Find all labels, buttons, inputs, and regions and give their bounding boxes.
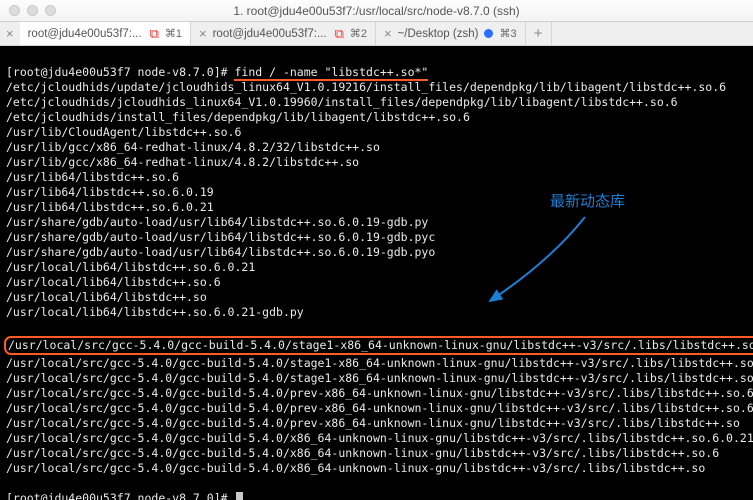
- tab-shortcut-badge: ⌘2: [350, 27, 367, 40]
- highlighted-output-line: /usr/local/src/gcc-5.4.0/gcc-build-5.4.0…: [4, 336, 753, 355]
- terminal-viewport[interactable]: [root@jdu4e00u53f7 node-v8.7.0]# find / …: [0, 46, 753, 500]
- close-tab-icon[interactable]: ×: [0, 22, 20, 45]
- zoom-window-button[interactable]: [45, 5, 56, 16]
- tab-shortcut-badge: ⌘3: [499, 27, 516, 40]
- output-lines: /etc/jcloudhids/update/jcloudhids_linux6…: [6, 80, 747, 320]
- close-tab-icon[interactable]: ×: [384, 27, 392, 40]
- close-tab-icon[interactable]: ×: [199, 27, 207, 40]
- window-titlebar: 1. root@jdu4e00u53f7:/usr/local/src/node…: [0, 0, 753, 22]
- output-lines: /usr/local/src/gcc-5.4.0/gcc-build-5.4.0…: [6, 356, 747, 476]
- tab-bar: × root@jdu4e00u53f7:... ⧉ ⌘1 × root@jdu4…: [0, 22, 753, 46]
- new-window-icon: ⧉: [335, 26, 344, 42]
- tab-ssh-2[interactable]: × root@jdu4e00u53f7:... ⧉ ⌘2: [191, 22, 376, 45]
- shell-prompt: [root@jdu4e00u53f7 node-v8.7.0]#: [6, 65, 234, 79]
- tab-label: root@jdu4e00u53f7:...: [213, 28, 327, 40]
- terminal-cursor: [236, 492, 243, 500]
- tab-desktop-zsh[interactable]: × ~/Desktop (zsh) ⌘3: [376, 22, 526, 45]
- window-title: 1. root@jdu4e00u53f7:/usr/local/src/node…: [0, 4, 753, 18]
- close-window-button[interactable]: [9, 5, 20, 16]
- add-tab-button[interactable]: +: [526, 22, 552, 45]
- activity-dot-icon: [484, 29, 493, 38]
- tab-label: root@jdu4e00u53f7:...: [28, 28, 142, 40]
- tab-shortcut-badge: ⌘1: [165, 27, 182, 40]
- shell-command: find / -name "libstdc++.so*": [234, 65, 428, 81]
- tab-label: ~/Desktop (zsh): [398, 28, 479, 40]
- new-window-icon: ⧉: [150, 26, 159, 42]
- shell-prompt: [root@jdu4e00u53f7 node-v8.7.0]#: [6, 491, 234, 500]
- minimize-window-button[interactable]: [27, 5, 38, 16]
- tab-ssh-1[interactable]: root@jdu4e00u53f7:... ⧉ ⌘1: [20, 22, 191, 45]
- traffic-lights: [0, 5, 56, 16]
